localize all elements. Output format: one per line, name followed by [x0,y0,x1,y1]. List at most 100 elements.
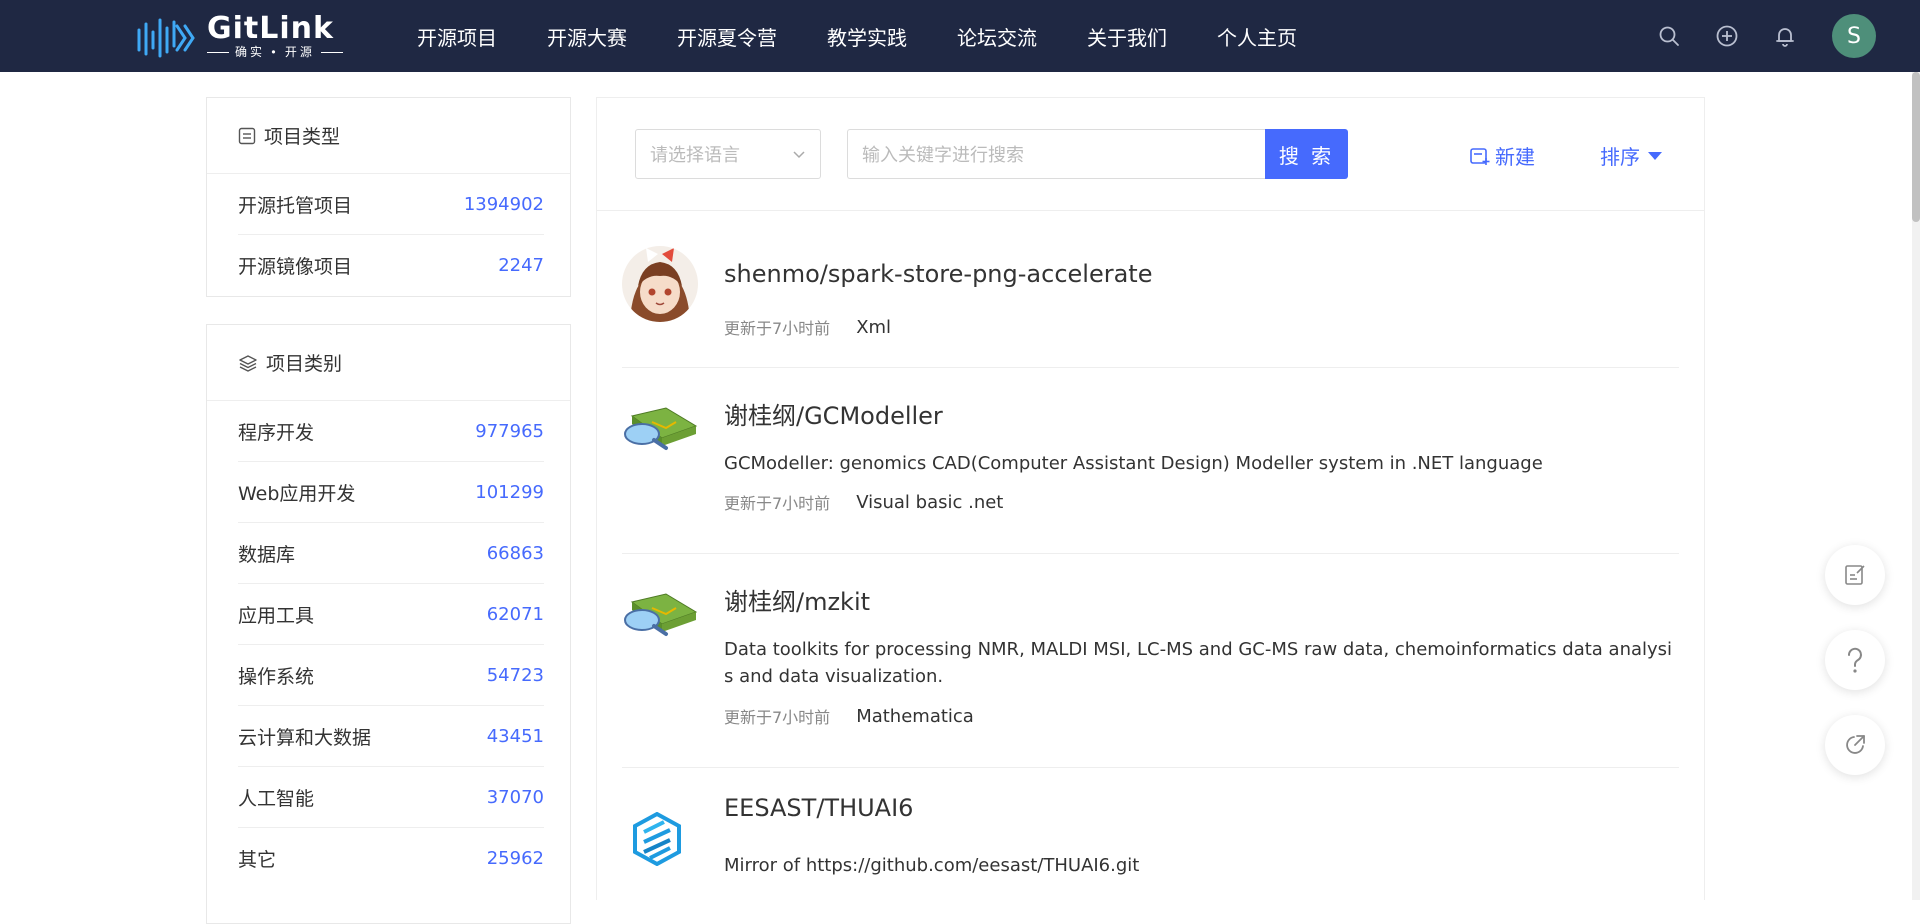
category-item-other[interactable]: 其它 25962 [238,828,544,889]
project-type-item-hosted[interactable]: 开源托管项目 1394902 [238,174,544,235]
repo-description: Data toolkits for processing NMR, MALDI … [724,639,1673,687]
repo-updated-time: 更新于7小时前 [724,494,831,513]
repo-language: Xml [856,316,892,338]
repo-item: shenmo/spark-store-png-accelerate 更新于7小时… [622,232,1679,368]
search-button[interactable]: 搜 索 [1265,129,1348,179]
list-box-icon [238,127,256,144]
repo-title[interactable]: 谢桂纲/GCModeller [724,396,943,431]
category-label: 操作系统 [238,665,315,688]
project-type-title: 项目类型 [264,126,341,148]
repo-owner-avatar[interactable] [622,246,698,322]
language-select-placeholder: 请选择语言 [650,145,740,166]
nav-item-forum[interactable]: 论坛交流 [957,22,1037,51]
search-toolbar: 请选择语言 输入关键字进行搜索 搜 索 新建 排序 [597,98,1704,211]
project-category-header: 项目类别 [207,325,570,401]
layers-icon [239,354,257,372]
category-label: 人工智能 [238,787,315,810]
nav-item-competitions[interactable]: 开源大赛 [547,22,627,51]
category-count: 37070 [486,786,544,808]
nav-item-about-us[interactable]: 关于我们 [1087,22,1167,51]
map-avatar-icon[interactable] [622,590,698,650]
repo-item: 谢桂纲/mzkit Data toolkits for processing N… [622,554,1679,768]
project-type-label: 开源托管项目 [238,194,353,217]
category-item-app-tools[interactable]: 应用工具 62071 [238,584,544,645]
gitlink-logo[interactable]: GitLink 确实 • 开源 [133,12,343,60]
main-nav: 开源项目 开源大赛 开源夏令营 教学实践 论坛交流 关于我们 个人主页 [392,0,1322,72]
repo-title[interactable]: 谢桂纲/mzkit [724,582,870,617]
repo-updated-time: 更新于7小时前 [724,319,831,338]
repo-meta: 更新于7小时前 Xml [724,315,891,339]
top-navbar: GitLink 确实 • 开源 开源项目 开源大赛 开源夏令营 教学实践 论坛交… [0,0,1920,72]
share-button[interactable] [1825,715,1885,775]
bell-icon[interactable] [1773,24,1797,48]
category-count: 66863 [486,542,544,564]
repo-title[interactable]: shenmo/spark-store-png-accelerate [724,260,1152,288]
page-scrollbar[interactable] [1912,72,1920,900]
question-mark-icon [1847,647,1862,673]
category-item-program-dev[interactable]: 程序开发 977965 [238,401,544,462]
project-category-title: 项目类别 [266,353,343,375]
project-type-panel: 项目类型 开源托管项目 1394902 开源镜像项目 2247 [206,97,571,297]
category-count: 977965 [475,420,544,442]
project-type-header: 项目类型 [207,98,570,174]
map-avatar-icon[interactable] [622,404,698,464]
category-label: Web应用开发 [238,482,356,505]
category-count: 43451 [486,725,544,747]
chevron-down-icon [793,151,805,159]
new-project-label: 新建 [1495,145,1535,169]
share-icon [1846,735,1865,754]
keyword-search-placeholder: 输入关键字进行搜索 [862,145,1024,166]
category-item-os[interactable]: 操作系统 54723 [238,645,544,706]
repo-meta: 更新于7小时前 Mathematica [724,704,974,728]
brand-slogan: 确实 • 开源 [207,45,343,59]
category-count: 25962 [486,848,544,869]
project-category-panel: 项目类别 程序开发 977965 Web应用开发 101299 数据库 6686… [206,324,571,924]
caret-down-icon [1648,151,1662,160]
nav-item-teaching-practice[interactable]: 教学实践 [827,22,907,51]
category-item-cloud-bigdata[interactable]: 云计算和大数据 43451 [238,706,544,767]
add-circle-icon[interactable] [1715,24,1739,48]
sort-dropdown[interactable]: 排序 [1600,141,1662,170]
language-select[interactable]: 请选择语言 [635,129,821,179]
repo-list-panel: 请选择语言 输入关键字进行搜索 搜 索 新建 排序 shenmo/spark-s… [596,97,1705,900]
project-type-count: 1394902 [463,193,544,215]
category-label: 程序开发 [238,421,315,444]
repo-description: GCModeller: genomics CAD(Computer Assist… [724,453,1543,474]
category-label: 数据库 [238,543,296,566]
repo-updated-time: 更新于7小时前 [724,708,831,727]
nav-item-personal-home[interactable]: 个人主页 [1217,22,1297,51]
hexagon-logo-icon[interactable] [632,812,682,866]
project-type-count: 2247 [498,255,544,276]
category-count: 62071 [486,603,544,625]
user-avatar[interactable]: S [1832,14,1876,58]
scrollbar-thumb[interactable] [1912,72,1920,222]
new-project-icon [1470,147,1490,165]
nav-item-summer-camp[interactable]: 开源夏令营 [677,22,777,51]
project-type-label: 开源镜像项目 [238,256,353,278]
new-project-button[interactable]: 新建 [1469,141,1535,170]
brand-name: GitLink [207,11,334,46]
keyword-search-input[interactable]: 输入关键字进行搜索 [847,129,1265,179]
repo-title[interactable]: EESAST/THUAI6 [724,794,913,822]
project-type-item-mirror[interactable]: 开源镜像项目 2247 [238,235,544,296]
search-icon[interactable] [1657,24,1681,48]
category-count: 101299 [475,481,544,503]
feedback-button[interactable] [1825,545,1885,605]
repo-meta: 更新于7小时前 Visual basic .net [724,490,1003,514]
category-label: 应用工具 [238,604,315,627]
edit-note-icon [1845,565,1865,585]
category-item-database[interactable]: 数据库 66863 [238,523,544,584]
nav-item-open-source-projects[interactable]: 开源项目 [417,22,497,51]
category-item-ai[interactable]: 人工智能 37070 [238,767,544,828]
category-count: 54723 [486,664,544,686]
category-label: 其它 [238,849,277,871]
repo-language: Visual basic .net [856,491,1004,513]
repo-description: Mirror of https://github.com/eesast/THUA… [724,855,1140,876]
gitlink-logo-icon [137,18,195,58]
help-button[interactable] [1825,630,1885,690]
category-item-web-dev[interactable]: Web应用开发 101299 [238,462,544,523]
category-label: 云计算和大数据 [238,726,372,749]
repo-language: Mathematica [856,705,974,727]
repo-item: EESAST/THUAI6 Mirror of https://github.c… [622,768,1679,908]
sort-label: 排序 [1600,145,1640,169]
